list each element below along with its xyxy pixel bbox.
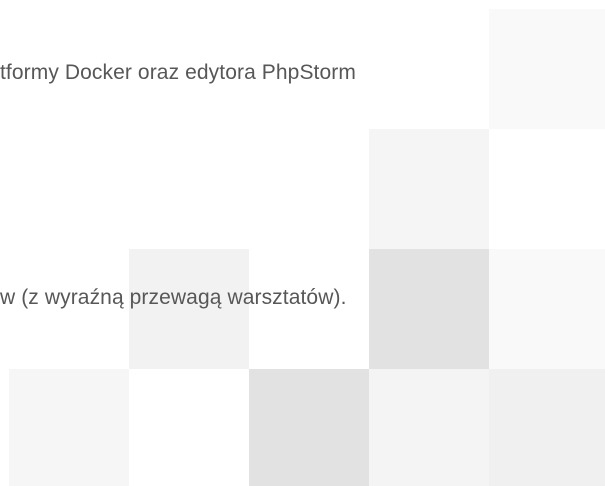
background-tile xyxy=(369,129,489,249)
background-tile xyxy=(489,369,605,486)
background-tile xyxy=(489,249,605,369)
background-tile xyxy=(249,369,369,486)
background-tile xyxy=(489,9,605,129)
background-tile xyxy=(9,369,129,486)
background-tile xyxy=(369,369,489,486)
slide-page: tformy Docker oraz edytora PhpStorm w (z… xyxy=(0,0,605,486)
body-text-line: tformy Docker oraz edytora PhpStorm xyxy=(0,61,356,84)
background-tile xyxy=(369,249,489,369)
body-text-line: w (z wyraźną przewagą warsztatów). xyxy=(0,286,347,309)
